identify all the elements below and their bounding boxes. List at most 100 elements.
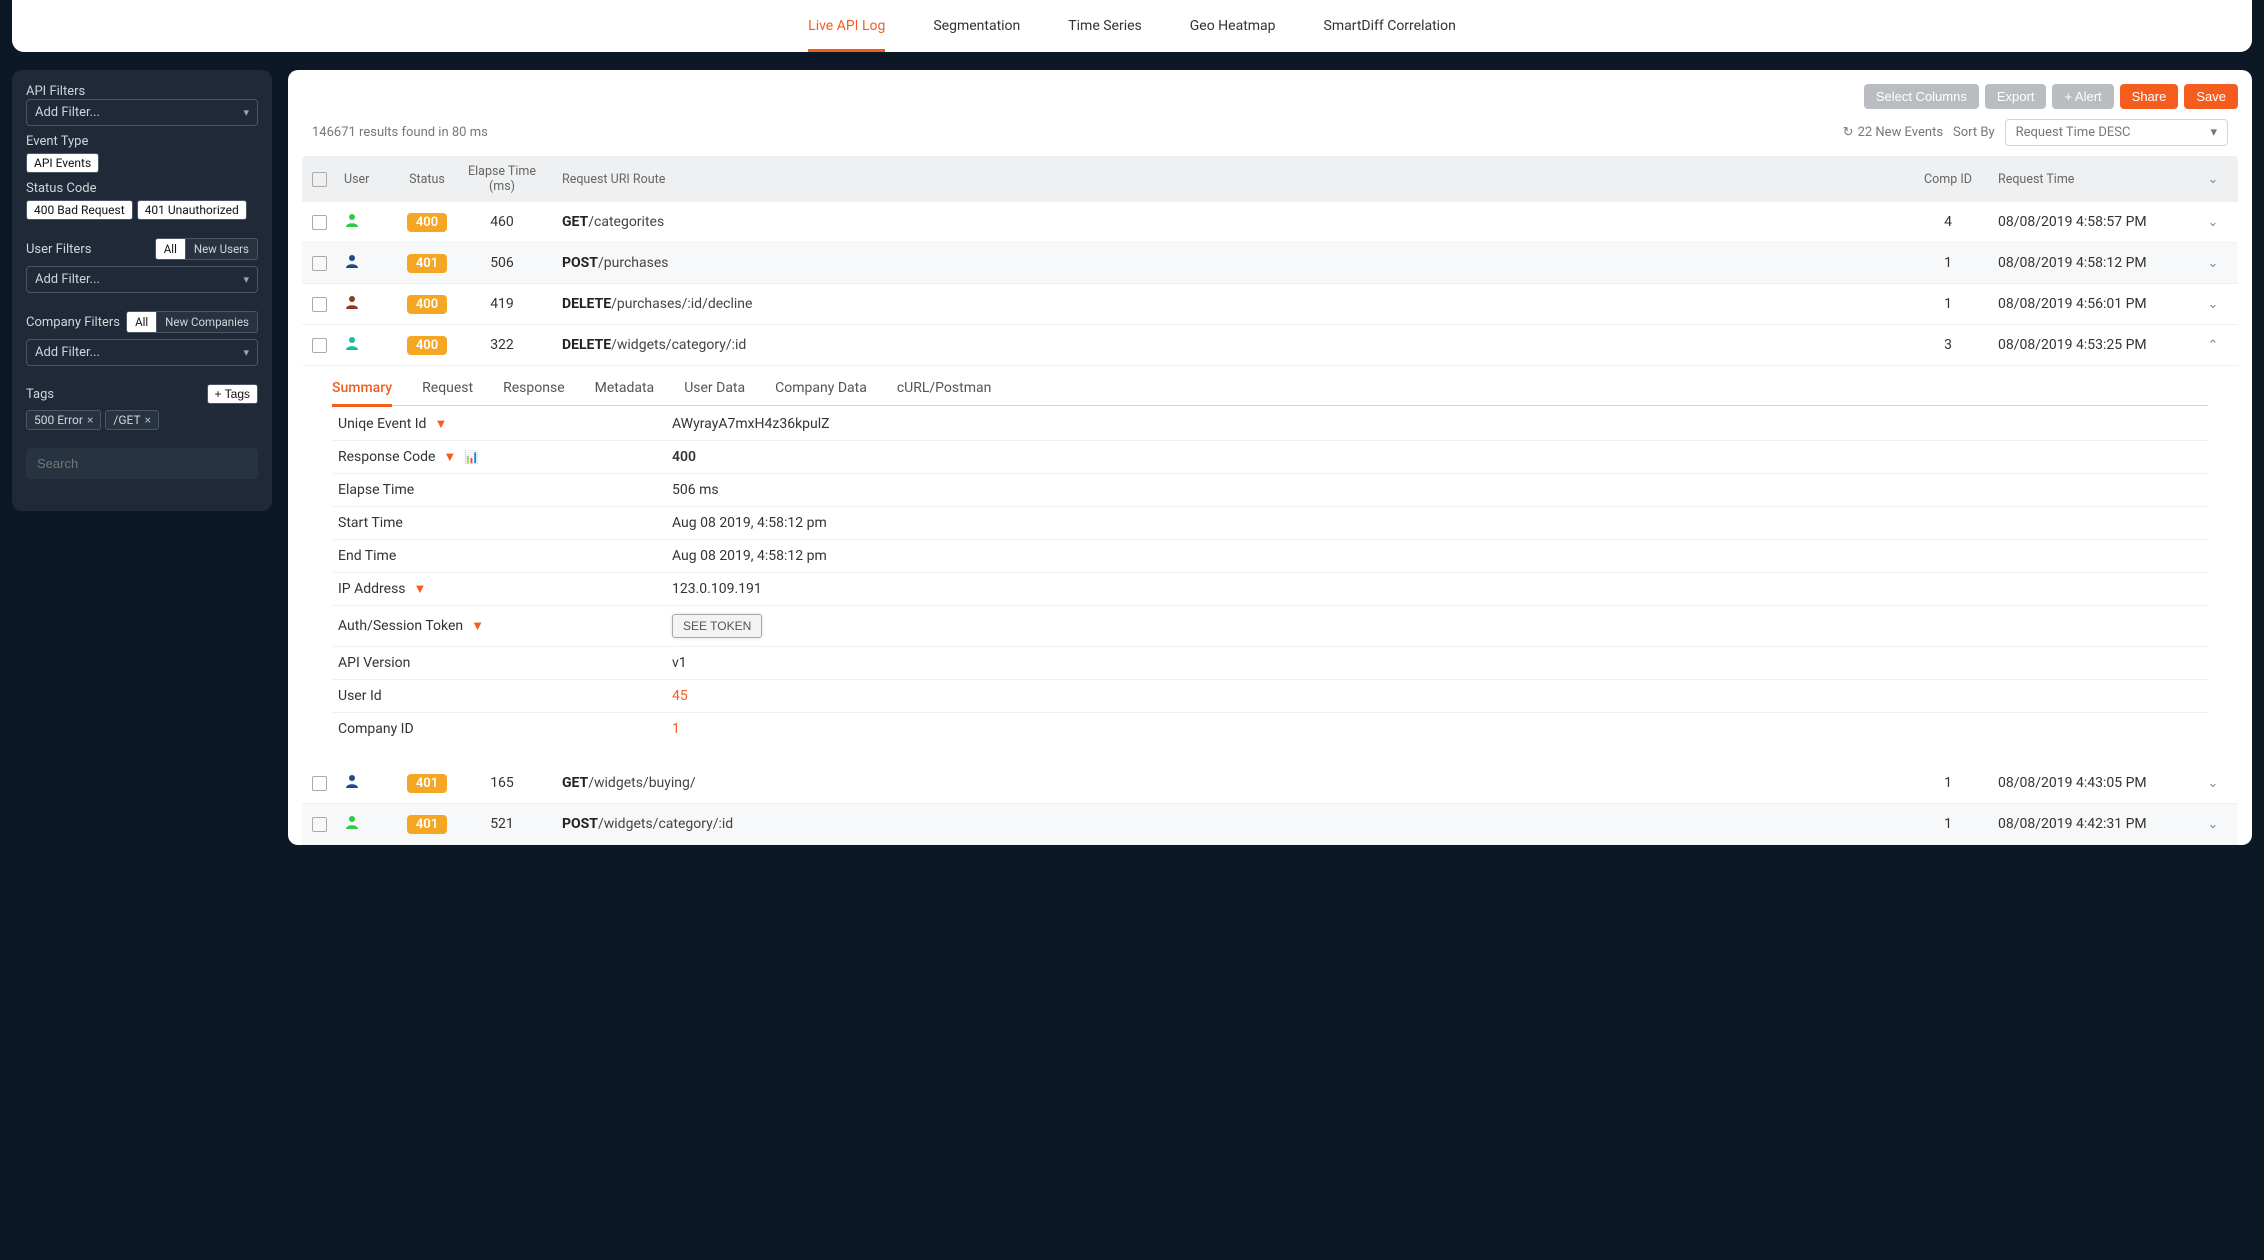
status-badge: 400 (407, 295, 447, 314)
table-row[interactable]: 400 460 GET/categorites 4 08/08/2019 4:5… (302, 202, 2238, 243)
request-time: 08/08/2019 4:42:31 PM (1998, 816, 2198, 832)
expand-icon[interactable]: ⌃ (2208, 338, 2219, 353)
kv-user-id-value[interactable]: 45 (672, 688, 688, 704)
table-row[interactable]: 401 521 POST/widgets/category/:id 1 08/0… (302, 804, 2238, 845)
user-filters-toggle: All New Users (155, 238, 258, 260)
new-events-link[interactable]: ↻22 New Events (1843, 125, 1943, 140)
comp-id: 1 (1898, 255, 1998, 271)
status-badge: 400 (407, 213, 447, 232)
table-row[interactable]: 400 322 DELETE/widgets/category/:id 3 08… (302, 325, 2238, 366)
user-filters-all[interactable]: All (155, 238, 186, 260)
company-filters-toggle: All New Companies (126, 311, 258, 333)
table-row[interactable]: 401 165 GET/widgets/buying/ 1 08/08/2019… (302, 763, 2238, 804)
kv-company-id-value[interactable]: 1 (672, 721, 680, 737)
tab-segmentation[interactable]: Segmentation (933, 18, 1020, 34)
company-filters-add[interactable]: Add Filter... ▾ (26, 339, 258, 366)
filter-icon[interactable]: ▼ (443, 449, 456, 465)
expand-icon[interactable]: ⌄ (2208, 776, 2219, 791)
col-expand[interactable]: ⌄ (2198, 172, 2228, 187)
event-type-pill[interactable]: API Events (26, 153, 99, 173)
expand-icon[interactable]: ⌄ (2208, 215, 2219, 230)
chevron-down-icon: ▾ (243, 346, 249, 359)
kv-end-time-label: End Time (338, 548, 396, 564)
sidebar-search-input[interactable] (26, 448, 258, 479)
expand-icon[interactable]: ⌄ (2208, 256, 2219, 271)
kv-start-time-value: Aug 08 2019, 4:58:12 pm (672, 515, 827, 531)
company-filters-new[interactable]: New Companies (157, 311, 258, 333)
expand-icon[interactable]: ⌄ (2208, 297, 2219, 312)
table-row[interactable]: 401 506 POST/purchases 1 08/08/2019 4:58… (302, 243, 2238, 284)
elapse-value: 419 (462, 296, 542, 312)
uri-path: /widgets/category/:id (611, 337, 746, 353)
col-time: Request Time (1998, 172, 2198, 187)
kv-start-time-label: Start Time (338, 515, 403, 531)
chevron-down-icon: ▾ (243, 106, 249, 119)
user-filters-add[interactable]: Add Filter... ▾ (26, 266, 258, 293)
comp-id: 1 (1898, 775, 1998, 791)
detail-tab-curl[interactable]: cURL/Postman (897, 380, 992, 405)
row-checkbox[interactable] (312, 256, 327, 271)
close-icon[interactable]: × (87, 413, 93, 427)
chart-icon[interactable]: 📊 (464, 450, 479, 464)
comp-id: 4 (1898, 214, 1998, 230)
uri-path: /purchases/:id/decline (611, 296, 752, 312)
sort-by-value: Request Time DESC (2016, 125, 2131, 140)
save-button[interactable]: Save (2184, 84, 2238, 109)
detail-tab-response[interactable]: Response (503, 380, 565, 405)
kv-user-id-label: User Id (338, 688, 382, 704)
filter-icon[interactable]: ▼ (414, 581, 427, 597)
tab-live-api-log[interactable]: Live API Log (808, 18, 885, 52)
status-code-pill-401[interactable]: 401 Unauthorized (137, 200, 247, 220)
user-icon (344, 253, 360, 273)
add-tags-button[interactable]: + Tags (207, 384, 258, 404)
detail-tab-userdata[interactable]: User Data (684, 380, 745, 405)
refresh-icon: ↻ (1843, 125, 1854, 140)
tab-geo-heatmap[interactable]: Geo Heatmap (1190, 18, 1276, 34)
kv-end-time-value: Aug 08 2019, 4:58:12 pm (672, 548, 827, 564)
table-header: User Status Elapse Time (ms) Request URI… (302, 156, 2238, 202)
api-filters-add[interactable]: Add Filter... ▾ (26, 99, 258, 126)
kv-api-version-value: v1 (672, 655, 687, 671)
row-checkbox[interactable] (312, 338, 327, 353)
row-checkbox[interactable] (312, 817, 327, 832)
uri-path: /widgets/buying/ (588, 775, 695, 791)
tab-time-series[interactable]: Time Series (1068, 18, 1141, 34)
tab-smartdiff-correlation[interactable]: SmartDiff Correlation (1324, 18, 1456, 34)
export-button[interactable]: Export (1985, 84, 2047, 109)
detail-tab-metadata[interactable]: Metadata (595, 380, 655, 405)
elapse-value: 165 (462, 775, 542, 791)
kv-response-code-label: Response Code (338, 449, 435, 465)
uri-method: POST (562, 816, 598, 832)
detail-tab-summary[interactable]: Summary (332, 380, 392, 407)
uri-method: POST (562, 255, 598, 271)
user-icon (344, 814, 360, 834)
status-code-pill-400[interactable]: 400 Bad Request (26, 200, 133, 220)
add-alert-button[interactable]: + Alert (2052, 84, 2113, 109)
expand-icon[interactable]: ⌄ (2208, 817, 2219, 832)
uri-path: /categorites (588, 214, 664, 230)
table-row[interactable]: 400 419 DELETE/purchases/:id/decline 1 0… (302, 284, 2238, 325)
filter-icon[interactable]: ▼ (471, 618, 484, 634)
tag-get[interactable]: /GET× (105, 410, 159, 430)
user-filters-new[interactable]: New Users (186, 238, 258, 260)
detail-tab-request[interactable]: Request (422, 380, 473, 405)
status-badge: 401 (407, 774, 447, 793)
company-filters-all[interactable]: All (126, 311, 157, 333)
select-columns-button[interactable]: Select Columns (1864, 84, 1979, 109)
status-code-label: Status Code (26, 181, 258, 196)
row-checkbox[interactable] (312, 215, 327, 230)
close-icon[interactable]: × (145, 413, 151, 427)
select-all-checkbox[interactable] (312, 172, 327, 187)
tag-500-error[interactable]: 500 Error× (26, 410, 101, 430)
uri-path: /widgets/category/:id (598, 816, 733, 832)
sort-by-select[interactable]: Request Time DESC ▾ (2005, 119, 2228, 146)
detail-tab-companydata[interactable]: Company Data (775, 380, 867, 405)
row-checkbox[interactable] (312, 776, 327, 791)
filter-icon[interactable]: ▼ (434, 416, 447, 432)
see-token-button[interactable]: SEE TOKEN (672, 614, 762, 638)
kv-unique-event-id-label: Uniqe Event Id (338, 416, 426, 432)
share-button[interactable]: Share (2120, 84, 2179, 109)
row-checkbox[interactable] (312, 297, 327, 312)
kv-ip-address-label: IP Address (338, 581, 406, 597)
uri-method: DELETE (562, 296, 611, 312)
